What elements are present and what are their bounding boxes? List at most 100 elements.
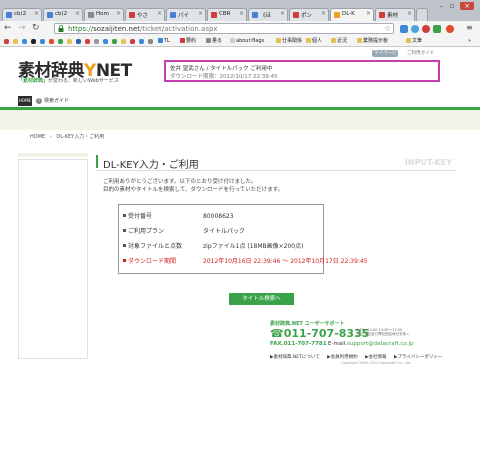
bookmark-item[interactable]: 要約 [180, 37, 196, 46]
bookmark-icon[interactable] [121, 39, 126, 44]
bookmark-folder[interactable]: 業務提示板 [357, 37, 388, 46]
bookmark-icon[interactable] [130, 39, 135, 44]
bookmark-icon[interactable] [85, 39, 90, 44]
download-period: 2012年10月16日 22:39:46 ～ 2012年10月17日 22:39… [203, 258, 368, 265]
bookmarks-overflow-icon[interactable]: » [468, 37, 471, 46]
bookmark-icon[interactable] [139, 39, 144, 44]
address-bar[interactable]: https://sozaijiten.net/ticket/activation… [54, 23, 394, 34]
footer-link-company[interactable]: ▶会社情報 [365, 355, 389, 360]
bookmark-item[interactable]: about:flags [230, 37, 264, 46]
bookmark-icon[interactable] [76, 39, 81, 44]
info-row-plan: ご利用プラン タイトルパック [123, 227, 319, 237]
header-band [0, 110, 480, 130]
extension-icon[interactable] [433, 25, 441, 33]
bookmark-icon[interactable] [31, 39, 36, 44]
browser-tab[interactable]: やさ × [125, 8, 165, 21]
mypage-button[interactable]: マイページ [372, 50, 399, 57]
browser-tab[interactable]: CBR × [207, 8, 247, 21]
bookmark-icon[interactable] [49, 39, 54, 44]
bookmark-item[interactable]: TL [158, 37, 170, 46]
tab-favicon [6, 12, 12, 18]
reload-icon[interactable]: ↻ [32, 23, 40, 34]
folder-icon [306, 38, 311, 43]
extension-icon[interactable] [400, 25, 408, 33]
folder-icon [357, 38, 362, 43]
bookmark-icon[interactable] [22, 39, 27, 44]
close-icon[interactable]: × [407, 10, 412, 17]
bookmark-icon[interactable] [94, 39, 99, 44]
info-row-receipt: 受付番号 80008623 [123, 212, 319, 222]
browser-tab[interactable]: cb(2 × [43, 8, 83, 21]
extension-icon[interactable] [446, 25, 454, 33]
close-icon[interactable]: × [157, 10, 162, 17]
maximize-icon[interactable]: ▫ [447, 2, 457, 10]
browser-tab[interactable]: 素材 × [375, 8, 415, 21]
tab-label: Hom [96, 11, 109, 17]
plan-name: タイトルパック [203, 228, 246, 235]
breadcrumb-home[interactable]: HOME [30, 134, 45, 140]
bookmark-icon[interactable] [112, 39, 117, 44]
folder-icon [406, 38, 411, 43]
tab-favicon [47, 12, 53, 18]
forward-icon[interactable]: → [18, 23, 26, 34]
bookmark-icon[interactable] [67, 39, 72, 44]
close-icon[interactable]: × [366, 10, 371, 17]
bookmark-icon[interactable] [58, 39, 63, 44]
extension-icon[interactable] [422, 25, 430, 33]
bookmark-label: 個人 [312, 38, 323, 44]
menu-icon[interactable]: ≡ [466, 22, 473, 33]
user-guide-link[interactable]: ご利用ガイド [407, 50, 434, 57]
bookmark-item[interactable]: 量る [206, 37, 222, 46]
bookmark-icon[interactable] [103, 39, 108, 44]
info-row-files: 対象ファイルと点数 zipファイル1点 (18MB画像×200点) [123, 242, 319, 252]
bullet-icon [123, 259, 126, 262]
browser-tab[interactable]: cb(2 × [2, 8, 42, 21]
lock-icon [58, 25, 64, 32]
extension-icon[interactable] [411, 25, 419, 33]
bookmark-icon[interactable] [13, 39, 18, 44]
bookmark-favicon [180, 38, 185, 43]
intro-line: ご利用ありがとうございます。以下のとおり受け付けました。 [103, 179, 257, 185]
bookmark-label: about:flags [236, 38, 265, 44]
footer-link-terms[interactable]: ▶会員利用規約 [327, 355, 360, 360]
browser-tab[interactable]: Hom × [84, 8, 124, 21]
tab-favicon [293, 12, 299, 18]
site-tagline: 「素材辞典」が変わる、新しいWebサービス [18, 78, 119, 84]
bookmark-folder[interactable]: 仕事関係 [276, 37, 302, 46]
browser-tab-active[interactable]: DL-K × [330, 8, 374, 21]
bookmarks-bar: TL 要約 量る about:flags 仕事関係 個人 近況 業務提示板 文筆… [0, 37, 480, 47]
bookmark-folder[interactable]: 近況 [331, 37, 347, 46]
close-icon[interactable]: × [321, 10, 326, 17]
close-icon[interactable]: × [34, 10, 39, 17]
minimize-icon[interactable]: – [436, 2, 446, 10]
star-icon[interactable]: ☆ [384, 24, 391, 33]
footer-link-about[interactable]: ▶素材辞典.NETについて [270, 355, 323, 360]
home-button[interactable]: HOME [18, 96, 32, 106]
footer-link-privacy[interactable]: ▶プライバシーポリシー [394, 355, 445, 360]
email-link[interactable]: support@datacraft.co.jp [347, 341, 413, 347]
bookmark-icon[interactable] [148, 39, 153, 44]
close-icon[interactable]: × [198, 10, 203, 17]
bullet-icon [123, 244, 126, 247]
browser-toolbar: ← → ↻ https://sozaijiten.net/ticket/acti… [0, 21, 480, 38]
browser-tab[interactable]: ポン × [289, 8, 329, 21]
bookmark-label: 仕事関係 [282, 38, 303, 44]
bookmark-icon[interactable] [4, 39, 9, 44]
window-close-icon[interactable]: × [460, 2, 474, 10]
close-icon[interactable]: × [116, 10, 121, 17]
bookmark-icon[interactable] [40, 39, 45, 44]
close-icon[interactable]: × [280, 10, 285, 17]
close-icon[interactable]: × [75, 10, 80, 17]
bookmark-folder[interactable]: 個人 [306, 37, 322, 46]
tab-label: CBR [219, 11, 231, 17]
browser-tab[interactable]: 《ほ × [248, 8, 288, 21]
browser-tab[interactable]: パイ × [166, 8, 206, 21]
close-icon[interactable]: × [239, 10, 244, 17]
new-tab-button[interactable] [416, 8, 428, 21]
back-icon[interactable]: ← [4, 23, 12, 34]
bookmark-label: 業務提示板 [363, 38, 389, 44]
chevron-right-icon: › [49, 134, 52, 140]
title-search-button[interactable]: タイトル検索へ [229, 293, 294, 305]
search-guide-link[interactable]: ? 検索ガイド [36, 97, 69, 104]
bookmark-folder[interactable]: 文筆 [406, 37, 422, 46]
